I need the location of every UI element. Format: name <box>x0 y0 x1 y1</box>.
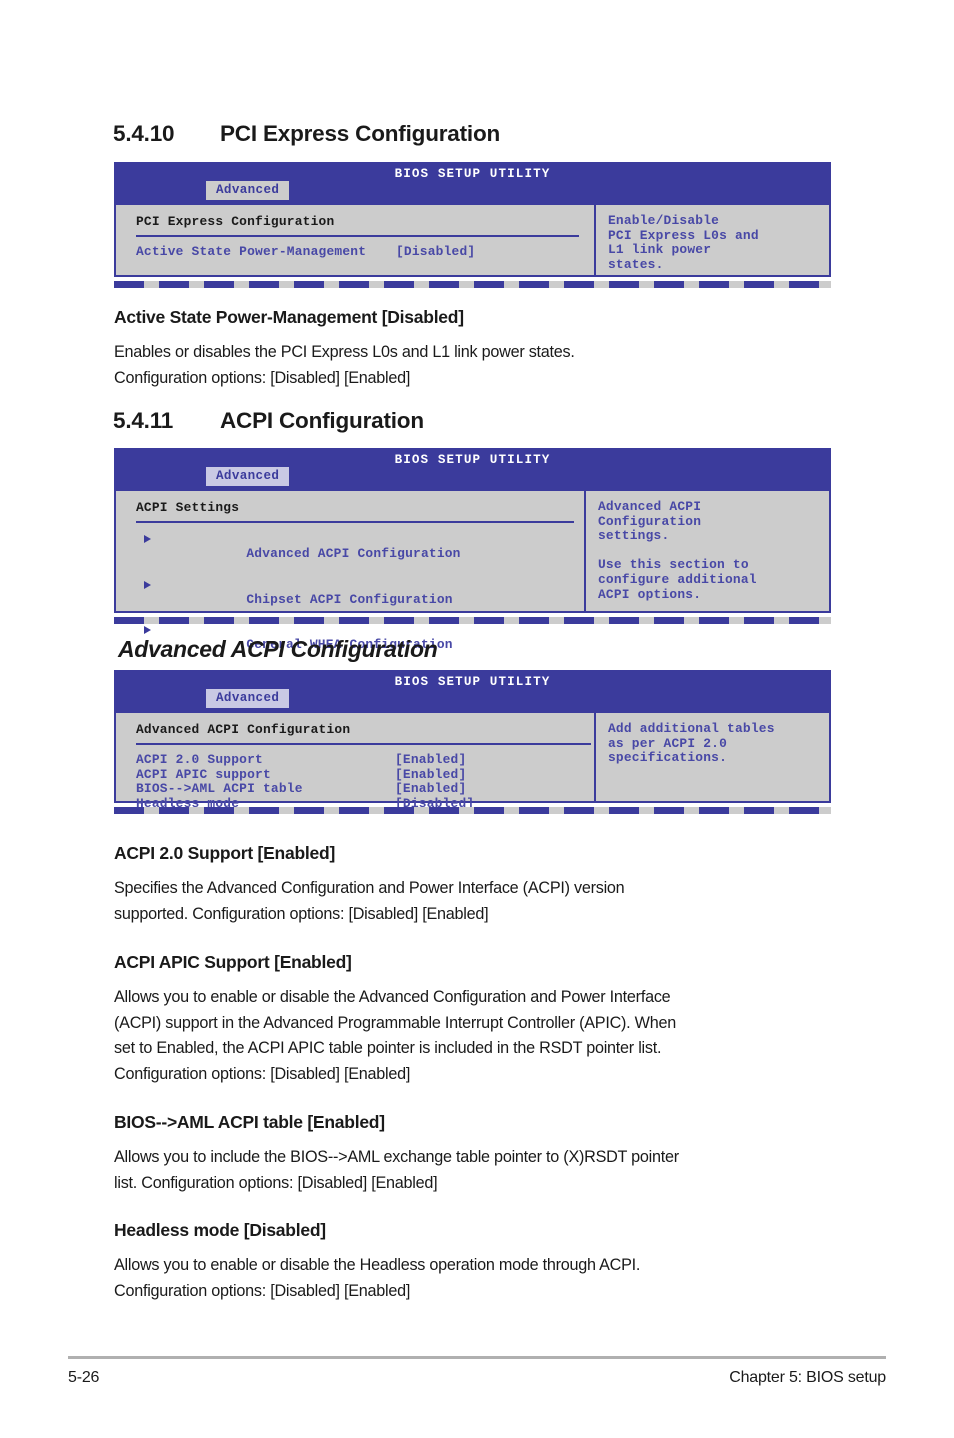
bios-setting-row[interactable]: BIOS-->AML ACPI table [Enabled] <box>136 782 594 797</box>
bios-divider-rule <box>136 235 579 237</box>
triangle-right-icon <box>144 580 151 589</box>
section-heading-advanced-acpi: Advanced ACPI Configuration <box>118 636 438 662</box>
description-bios-aml-acpi-table: Allows you to include the BIOS-->AML exc… <box>114 1148 679 1192</box>
bios-setting-value[interactable]: [Enabled] <box>395 782 466 797</box>
description-acpi-apic-support: Allows you to enable or disable the Adva… <box>114 988 676 1083</box>
bios-setting-label: Active State Power-Management <box>136 244 367 259</box>
subheading-bios-aml-acpi-table: BIOS-->AML ACPI table [Enabled] <box>114 1112 385 1132</box>
bios-section-title: PCI Express Configuration <box>136 214 335 229</box>
bios-help-pane: Advanced ACPI Configuration settings. Us… <box>584 491 829 611</box>
bios-setting-label: ACPI APIC support <box>136 766 271 782</box>
description-acpi-20-support: Specifies the Advanced Configuration and… <box>114 879 625 923</box>
bios-screenshot-advanced-acpi: BIOS SETUP UTILITY Advanced Advanced ACP… <box>114 670 831 814</box>
bios-setting-row[interactable]: ACPI APIC support [Enabled] <box>136 766 594 783</box>
bios-utility-title: BIOS SETUP UTILITY <box>394 675 551 689</box>
bios-footer-dashes <box>114 281 831 288</box>
section-heading-acpi-configuration: 5.4.11 ACPI Configuration <box>113 408 424 434</box>
bios-setting-value[interactable]: [Enabled] <box>395 767 466 783</box>
bios-setting-label: BIOS-->AML ACPI table <box>136 781 303 797</box>
description-active-state-power-management: Enables or disables the PCI Express L0s … <box>114 343 575 387</box>
bios-setting-row[interactable]: Active State Power-Management [Disabled] <box>136 244 594 260</box>
bios-menu-item-chipset-acpi[interactable]: Chipset ACPI Configuration <box>136 577 584 623</box>
bios-help-pane: Add additional tables as per ACPI 2.0 sp… <box>594 713 829 801</box>
section-heading-pci-express: 5.4.10 PCI Express Configuration <box>113 121 500 147</box>
bios-body: PCI Express Configuration Active State P… <box>114 205 831 277</box>
footer-chapter-label: Chapter 5: BIOS setup <box>729 1369 886 1386</box>
section-number: 5.4.10 <box>113 121 175 146</box>
bios-section-title: ACPI Settings <box>136 500 240 515</box>
bios-help-text: Enable/Disable PCI Express L0s and L1 li… <box>608 213 759 272</box>
bios-setting-value[interactable]: [Disabled] <box>396 244 475 260</box>
bios-body: Advanced ACPI Configuration ACPI 2.0 Sup… <box>114 713 831 810</box>
bios-menu-item-advanced-acpi[interactable]: Advanced ACPI Configuration <box>136 531 584 577</box>
bios-menu-item-label: Advanced ACPI Configuration <box>246 546 461 562</box>
bios-header: BIOS SETUP UTILITY Advanced <box>114 670 831 713</box>
section-title: PCI Express Configuration <box>220 121 501 146</box>
subheading-acpi-apic-support: ACPI APIC Support [Enabled] <box>114 952 352 972</box>
bios-body: ACPI Settings Advanced ACPI Configuratio… <box>114 491 831 652</box>
bios-tab-advanced[interactable]: Advanced <box>206 181 290 200</box>
section-title: ACPI Configuration <box>220 408 424 433</box>
subheading-headless-mode: Headless mode [Disabled] <box>114 1220 326 1240</box>
bios-utility-title: BIOS SETUP UTILITY <box>394 167 551 181</box>
bios-footer-dashes <box>114 807 831 814</box>
triangle-right-icon <box>144 535 151 543</box>
bios-footer-dashes <box>114 617 831 624</box>
bios-help-text: Add additional tables as per ACPI 2.0 sp… <box>608 721 775 766</box>
bios-divider-rule <box>136 521 574 523</box>
bios-setting-row[interactable]: ACPI 2.0 Support [Enabled] <box>136 752 594 768</box>
bios-settings-pane: ACPI Settings Advanced ACPI Configuratio… <box>116 491 584 652</box>
bios-tab-advanced[interactable]: Advanced <box>206 689 290 708</box>
triangle-right-icon <box>144 626 151 635</box>
bios-help-text: Advanced ACPI Configuration settings. Us… <box>598 499 757 602</box>
bios-screenshot-pci-express: BIOS SETUP UTILITY Advanced PCI Express … <box>114 162 831 288</box>
footer-page-number: 5-26 <box>68 1369 100 1386</box>
document-page: 5.4.10 PCI Express Configuration BIOS SET… <box>0 0 954 1438</box>
bios-divider-rule <box>136 743 591 745</box>
footer-divider <box>68 1356 886 1359</box>
bios-header: BIOS SETUP UTILITY Advanced <box>114 162 831 205</box>
description-headless-mode: Allows you to enable or disable the Head… <box>114 1256 641 1300</box>
bios-settings-pane: Advanced ACPI Configuration ACPI 2.0 Sup… <box>116 713 594 810</box>
bios-tab-advanced[interactable]: Advanced <box>206 467 290 486</box>
bios-help-pane: Enable/Disable PCI Express L0s and L1 li… <box>594 205 829 275</box>
bios-screenshot-acpi-settings: BIOS SETUP UTILITY Advanced ACPI Setting… <box>114 448 831 652</box>
bios-setting-value[interactable]: [Enabled] <box>395 752 466 768</box>
subheading-acpi-20-support: ACPI 2.0 Support [Enabled] <box>114 843 336 863</box>
bios-section-title: Advanced ACPI Configuration <box>136 722 351 737</box>
bios-menu-item-label: Chipset ACPI Configuration <box>246 591 453 607</box>
bios-header: BIOS SETUP UTILITY Advanced <box>114 448 831 491</box>
bios-utility-title: BIOS SETUP UTILITY <box>394 453 551 467</box>
bios-setting-label: ACPI 2.0 Support <box>136 752 263 767</box>
bios-settings-pane: PCI Express Configuration Active State P… <box>116 205 594 275</box>
subheading-active-state-power-management: Active State Power-Management [Disabled] <box>114 307 464 327</box>
section-number: 5.4.11 <box>113 408 174 433</box>
